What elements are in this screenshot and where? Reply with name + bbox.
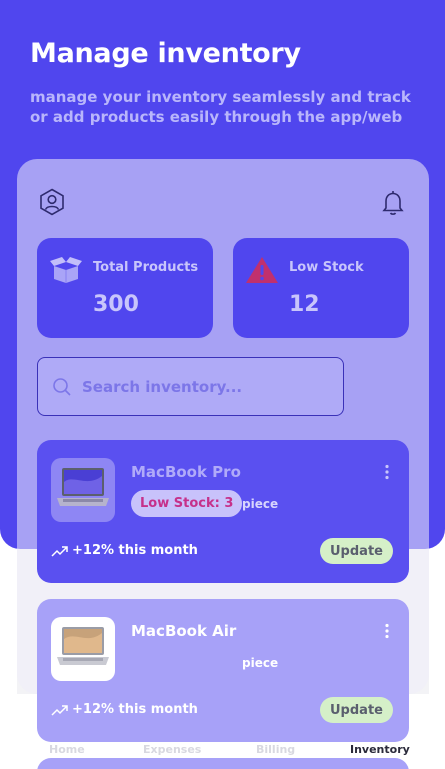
tab-home[interactable]: Home: [49, 743, 85, 756]
tab-inventory[interactable]: Inventory: [350, 743, 410, 756]
stat-value: 300: [93, 292, 139, 317]
open-box-icon: [50, 257, 82, 283]
stat-label: Total Products: [93, 260, 199, 275]
tab-billing[interactable]: Billing: [256, 743, 295, 756]
product-card-macbook-air[interactable]: MacBook Air piece +12% this month Update: [37, 599, 409, 742]
stat-value: 12: [289, 292, 320, 317]
product-unit: piece: [242, 656, 279, 670]
trend-indicator: +12% this month: [51, 543, 198, 558]
stat-label: Low Stock: [289, 260, 364, 275]
more-options-icon[interactable]: [383, 464, 391, 480]
product-card[interactable]: [37, 758, 409, 769]
more-options-icon[interactable]: [383, 623, 391, 639]
product-unit: piece: [242, 497, 279, 511]
trending-up-icon: [51, 704, 68, 716]
bell-icon[interactable]: [378, 187, 408, 217]
update-button[interactable]: Update: [320, 538, 393, 564]
product-name: MacBook Air: [131, 622, 237, 640]
bottom-tab-bar: Home Expenses Billing Inventory: [17, 740, 429, 760]
update-button[interactable]: Update: [320, 697, 393, 723]
page-title: Manage inventory: [30, 38, 301, 69]
trend-text: +12% this month: [72, 543, 198, 558]
low-stock-badge: Low Stock: 3: [131, 490, 243, 517]
trend-indicator: +12% this month: [51, 702, 198, 717]
stat-card-low-stock[interactable]: Low Stock 12: [233, 238, 409, 338]
stat-card-total-products[interactable]: Total Products 300: [37, 238, 213, 338]
product-name: MacBook Pro: [131, 463, 241, 481]
search-box[interactable]: [37, 357, 344, 416]
user-hexagon-icon[interactable]: [37, 187, 67, 217]
product-card-macbook-pro[interactable]: MacBook Pro Low Stock: 3 piece +12% this…: [37, 440, 409, 583]
warning-triangle-icon: [246, 257, 278, 283]
page-subtitle: manage your inventory seamlessly and tra…: [30, 88, 411, 126]
product-image: [51, 458, 115, 522]
search-icon: [53, 378, 71, 396]
product-image: [51, 617, 115, 681]
search-input[interactable]: [82, 373, 332, 401]
trend-text: +12% this month: [72, 702, 198, 717]
trending-up-icon: [51, 545, 68, 557]
tab-expenses[interactable]: Expenses: [143, 743, 201, 756]
